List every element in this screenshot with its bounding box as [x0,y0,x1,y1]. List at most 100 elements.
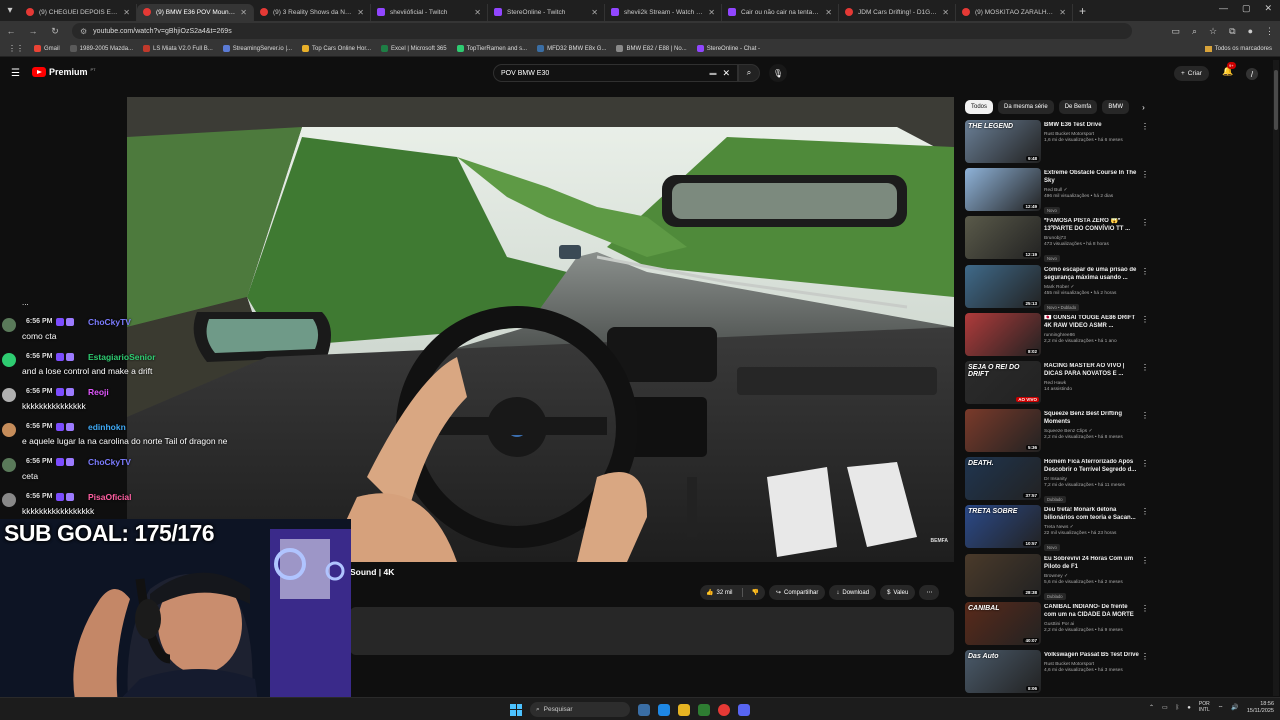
browser-tab[interactable]: (9) BMW E36 POV Mountain Dri ✕ [137,3,254,21]
recommendation-item[interactable]: SEJA O REI DO DRIFT AO VIVO RACING MASTER … [965,361,1155,405]
recommendation-title[interactable]: Homem Fica Aterrorizado Após Descobrir o… [1044,459,1139,475]
tab-search-icon[interactable]: ▾ [0,5,20,16]
clock[interactable]: 18:56 15/11/2025 [1247,701,1274,714]
chip-all[interactable]: Todos [965,100,994,114]
channel-name[interactable]: Squeeze Benz Clips ✓ [1044,429,1139,434]
recommendation-item[interactable]: 12:49 Extreme Obstacle Course In The Sky R… [965,168,1155,214]
recommendation-item[interactable]: THE LEGEND 9:48 BMW E36 Test Drive Rust Buc… [965,120,1155,164]
chat-username[interactable]: ChoCkyTV [88,457,131,467]
more-vert-icon[interactable]: ⋮ [1141,363,1149,372]
recommendation-item[interactable]: Das Auto 8:06 Volkswagen Passat B5 Test Dr… [965,650,1155,694]
chip-same-series[interactable]: Da mesma série [998,100,1054,114]
new-tab-button[interactable]: + [1079,4,1086,18]
reload-icon[interactable]: ↻ [50,26,60,37]
video-thumbnail[interactable]: 25:13 [965,265,1041,308]
chip-from-channel[interactable]: De Bemfa [1058,100,1098,114]
browser-tab[interactable]: (9) CHEGUEI DEPOIS E PEGUEI ✕ [20,3,137,21]
channel-name[interactable]: Mark Rober ✓ [1044,285,1139,290]
all-bookmarks[interactable]: Todos os marcadores [1204,45,1272,52]
close-tab-icon[interactable]: ✕ [942,8,949,17]
recommendation-title[interactable]: Volkswagen Passat B5 Test Drive [1044,652,1139,660]
video-thumbnail[interactable]: 5:36 [965,409,1041,452]
more-vert-icon[interactable]: ⋮ [1141,556,1149,565]
chat-username[interactable]: EstagiarioSenior [88,352,156,362]
chevron-up-icon[interactable]: ⌃ [1149,704,1154,711]
chip-bmw[interactable]: BMW [1102,100,1130,114]
recommendation-item[interactable]: 12:19 *FAMOSA PISTA ZERO 😱* 13ºPARTE DO C… [965,216,1155,262]
more-vert-icon[interactable]: ⋮ [1141,315,1149,324]
browser-tab[interactable]: Cair ou não cair na tentação? | ✕ [722,3,839,21]
recommendation-title[interactable]: Como escapar de uma prisão de segurança … [1044,267,1139,283]
bookmark-item[interactable]: MFD32 BMW E8x G... [537,45,606,52]
address-bar[interactable]: ⚙ youtube.com/watch?v=gBhjiOzS2a4&t=269s [72,23,1132,39]
bookmark-item[interactable]: Top Cars Online Hor... [302,45,371,52]
bookmark-item[interactable]: StereOnline - Chat - [696,45,760,52]
video-thumbnail[interactable]: CANIBAL 40:07 [965,602,1041,645]
recommendation-item[interactable]: 25:13 Como escapar de uma prisão de segur… [965,265,1155,311]
chat-username[interactable]: PisaOficial [88,492,131,502]
chat-username[interactable]: ChoCkyTV [88,317,131,327]
channel-name[interactable]: runninghree86 [1044,333,1139,338]
more-vert-icon[interactable]: ⋮ [1141,267,1149,276]
bookmark-item[interactable]: 1989-2005 Mazda... [69,45,133,52]
video-thumbnail[interactable]: 28:38 [965,554,1041,597]
taskbar-search[interactable]: ⌕ Pesquisar [530,702,630,717]
dislike-button[interactable]: 👎 [746,585,765,600]
back-icon[interactable]: ← [6,26,16,36]
close-tab-icon[interactable]: ✕ [708,8,715,17]
minimize-icon[interactable]: — [1219,3,1228,14]
channel-name[interactable]: Dr Insanity [1044,477,1139,482]
recommendation-item[interactable]: CANIBAL 40:07 CANIBAL INDIANO- De frente c… [965,602,1155,646]
menu-icon[interactable]: ⋮ [1265,26,1274,37]
more-actions-button[interactable]: ⋯ [919,585,940,600]
wifi-icon[interactable]: ⌔ [1218,704,1224,712]
search-input[interactable]: POV BMW E30 ▬ ✕ [493,64,738,82]
hamburger-menu-icon[interactable]: ☰ [11,68,20,79]
chat-username[interactable]: Reoji [88,387,109,397]
channel-name[interactable]: Red Hawk [1044,381,1139,386]
thanks-button[interactable]: $ Valeu [880,585,916,600]
voice-search-button[interactable]: 🎙 [769,64,787,82]
browser-tab[interactable]: (9) MOSKITÃO ZARALHANDO ✕ [956,3,1073,21]
recommendation-title[interactable]: BMW E36 Test Drive [1044,122,1139,130]
bluetooth-icon[interactable]: ᛒ [1176,705,1180,711]
recommendation-title[interactable]: Extreme Obstacle Course In The Sky [1044,170,1139,186]
bookmark-item[interactable]: Excel | Microsoft 365 [381,45,447,52]
video-thumbnail[interactable]: 12:49 [965,168,1041,211]
extensions-icon[interactable]: ⧉ [1229,26,1235,37]
clear-search-icon[interactable]: ✕ [722,68,730,79]
recommendation-title[interactable]: Deu treta! Monark detona bilionários com… [1044,507,1139,523]
like-button[interactable]: 👍 32 mil [700,585,739,600]
store-icon[interactable] [698,703,710,716]
share-button[interactable]: ↪ Compartilhar [768,585,826,600]
browser-tab[interactable]: StereOnline - Twitch ✕ [488,3,605,21]
bookmark-item[interactable]: LS Miata V2.0 Full B... [143,45,213,52]
bookmark-item[interactable]: TopTierRamen and s... [456,45,527,52]
account-avatar[interactable]: / [1246,68,1258,80]
channel-name[interactable]: Browney ✓ [1044,574,1139,579]
video-thumbnail[interactable]: THE LEGEND 9:48 [965,120,1041,163]
more-vert-icon[interactable]: ⋮ [1141,170,1149,179]
recommendation-title[interactable]: 🇯🇵 GUNSAI TOUGE AE86 DRIFT 4K RAW VIDEO … [1044,315,1139,331]
cast-icon[interactable]: ▭ [1171,26,1180,37]
description-box[interactable] [350,607,954,655]
recommendation-title[interactable]: CANIBAL INDIANO- De frente com um na CID… [1044,604,1139,620]
close-tab-icon[interactable]: ✕ [825,8,832,17]
close-tab-icon[interactable]: ✕ [1059,8,1066,17]
recommendation-title[interactable]: Squeeze Benz Best Drifting Moments [1044,411,1139,427]
channel-name[interactable]: Gusttini Por ai [1044,622,1139,627]
task-view-icon[interactable] [638,703,650,716]
video-thumbnail[interactable]: Das Auto 8:06 [965,650,1041,693]
more-vert-icon[interactable]: ⋮ [1141,507,1149,516]
windows-start-icon[interactable] [510,703,522,716]
recommendation-item[interactable]: TRETA SOBRE 10:57 Deu treta! Monark detona… [965,505,1155,551]
site-info-icon[interactable]: ⚙ [80,27,87,36]
video-thumbnail[interactable]: SEJA O REI DO DRIFT AO VIVO [965,361,1041,404]
recommendation-item[interactable]: DEATH. 37:57 Homem Fica Aterrorizado Após … [965,457,1155,503]
recommendation-item[interactable]: 8:02 🇯🇵 GUNSAI TOUGE AE86 DRIFT 4K RAW VI… [965,313,1155,357]
chevron-right-icon[interactable]: › [1142,103,1145,112]
star-icon[interactable]: ☆ [1209,26,1217,37]
recommendation-item[interactable]: 5:36 Squeeze Benz Best Drifting Moments Sq… [965,409,1155,453]
close-tab-icon[interactable]: ✕ [357,8,364,17]
recommendation-title[interactable]: Eu Sobrevivi 24 Horas Com um Piloto de F… [1044,556,1139,572]
